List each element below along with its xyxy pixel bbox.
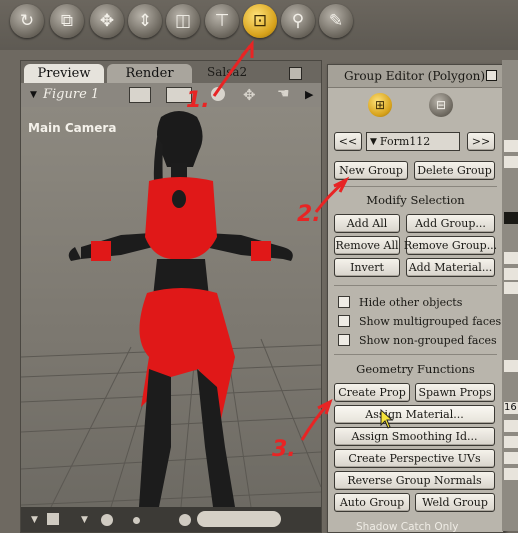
weld-group-button[interactable]: Weld Group <box>415 493 495 512</box>
shadow-catch-only-label[interactable]: Shadow Catch Only <box>356 521 458 533</box>
delete-group-button[interactable]: Delete Group <box>414 161 495 180</box>
rotate-icon[interactable]: ↻ <box>10 4 44 38</box>
expand-icon[interactable] <box>289 67 302 80</box>
figure-selector[interactable]: Figure 1 <box>43 87 99 102</box>
camera-view-icon[interactable] <box>129 87 151 103</box>
previous-group-button[interactable]: << <box>334 132 362 151</box>
hide-other-objects-label: Hide other objects <box>359 295 463 309</box>
divider <box>334 354 497 355</box>
spawn-props-button[interactable]: Spawn Props <box>415 383 495 402</box>
figure-bar: ▼ Figure 1 ✥ ☚ ▶ <box>21 83 321 107</box>
reverse-group-normals-button[interactable]: Reverse Group Normals <box>334 471 495 490</box>
figure-model[interactable] <box>68 111 293 507</box>
window-controls <box>289 65 317 99</box>
dots-icon[interactable] <box>133 517 140 524</box>
preview-panel: Preview Render Salsa2 ▼ Figure 1 ✥ ☚ ▶ M… <box>20 60 322 533</box>
triangle-down-icon[interactable]: ▼ <box>81 515 88 525</box>
remove-group-button[interactable]: Remove Group... <box>404 236 497 255</box>
param-field[interactable] <box>504 420 518 432</box>
camera-label: Main Camera <box>28 121 117 135</box>
next-group-button[interactable]: >> <box>467 132 495 151</box>
triangle-down-icon[interactable]: ▼ <box>31 515 38 525</box>
preview-tab-bar: Preview Render Salsa2 <box>21 61 321 99</box>
display-style-selector[interactable] <box>197 511 281 527</box>
sphere-icon[interactable] <box>179 514 191 526</box>
eyedropper-icon[interactable]: ✎ <box>319 4 353 38</box>
add-material-button[interactable]: Add Material... <box>406 258 495 277</box>
show-multigrouped-label: Show multigrouped faces <box>359 314 502 328</box>
close-icon[interactable] <box>486 70 497 81</box>
hide-other-objects-row[interactable]: Hide other objects <box>338 295 462 309</box>
assign-material-button[interactable]: Assign Material... <box>334 405 495 424</box>
square-icon[interactable] <box>47 513 59 525</box>
twist-icon[interactable]: ⧉ <box>50 4 84 38</box>
divider <box>334 186 497 187</box>
sphere-icon[interactable] <box>101 514 113 526</box>
new-group-button[interactable]: New Group <box>334 161 408 180</box>
param-field[interactable] <box>504 436 518 448</box>
triangle-right-icon[interactable]: ▶ <box>305 88 313 101</box>
auto-group-button[interactable]: Auto Group <box>334 493 410 512</box>
translate-icon[interactable]: ✥ <box>90 4 124 38</box>
tab-render[interactable]: Render <box>107 64 192 83</box>
group-editor-title: Group Editor (Polygon) <box>344 69 486 83</box>
geometry-functions-heading: Geometry Functions <box>356 362 475 376</box>
move-icon[interactable]: ✥ <box>243 86 256 104</box>
window-title: Salsa2 <box>207 65 248 79</box>
show-non-grouped-row[interactable]: Show non-grouped faces <box>338 333 497 347</box>
group-editor-window: Group Editor (Polygon) ⊞ ⊟ << ▼ Form112 … <box>327 64 504 533</box>
invert-button[interactable]: Invert <box>334 258 400 277</box>
hand-icon[interactable]: ☚ <box>277 86 290 102</box>
annotation-step-2: 2. <box>297 202 321 227</box>
scale-icon[interactable]: ◫ <box>166 4 200 38</box>
param-field[interactable] <box>504 156 518 168</box>
taper-icon[interactable]: ⊤ <box>205 4 239 38</box>
param-field[interactable] <box>504 360 518 372</box>
param-field[interactable] <box>504 268 518 280</box>
remove-all-button[interactable]: Remove All <box>334 236 400 255</box>
param-field[interactable] <box>504 452 518 464</box>
mouse-cursor-icon <box>380 409 394 429</box>
param-field[interactable] <box>504 282 518 294</box>
tab-preview[interactable]: Preview <box>24 64 104 83</box>
grouping-tool-icon[interactable]: ⊡ <box>243 4 277 38</box>
sphere-icon[interactable] <box>211 87 225 101</box>
add-all-button[interactable]: Add All <box>334 214 400 233</box>
create-prop-button[interactable]: Create Prop <box>334 383 410 402</box>
preview-bottom-bar: ▼ ▼ <box>21 507 321 532</box>
param-field[interactable] <box>504 468 518 480</box>
group-select-value: Form112 <box>379 135 431 148</box>
vertex-group-mode-icon[interactable]: ⊟ <box>429 93 453 117</box>
modify-selection-heading: Modify Selection <box>366 193 465 207</box>
show-non-grouped-checkbox[interactable] <box>338 334 350 346</box>
translate-in-out-icon[interactable]: ⇕ <box>128 4 162 38</box>
polygon-group-mode-icon[interactable]: ⊞ <box>368 93 392 117</box>
param-value-16[interactable]: 16 <box>504 402 518 414</box>
group-editor-titlebar: Group Editor (Polygon) <box>328 65 503 88</box>
add-group-button[interactable]: Add Group... <box>406 214 495 233</box>
view-magnifier-icon[interactable]: ⚲ <box>281 4 315 38</box>
hide-other-objects-checkbox[interactable] <box>338 296 350 308</box>
param-field[interactable] <box>504 140 518 152</box>
divider <box>334 285 497 286</box>
show-non-grouped-label: Show non-grouped faces <box>359 333 497 347</box>
annotation-step-3: 3. <box>272 437 296 462</box>
top-toolbar: ↻ ⧉ ✥ ⇕ ◫ ⊤ ⊡ ⚲ ✎ <box>0 0 518 50</box>
triangle-down-icon: ▼ <box>370 136 377 147</box>
param-swatch[interactable] <box>504 212 518 224</box>
create-perspective-uvs-button[interactable]: Create Perspective UVs <box>334 449 495 468</box>
show-multigrouped-checkbox[interactable] <box>338 315 350 327</box>
triangle-down-icon[interactable]: ▼ <box>30 90 37 100</box>
assign-smoothing-id-button[interactable]: Assign Smoothing Id... <box>334 427 495 446</box>
show-multigrouped-row[interactable]: Show multigrouped faces <box>338 314 501 328</box>
group-select[interactable]: ▼ Form112 <box>366 132 460 151</box>
param-field[interactable] <box>504 252 518 264</box>
annotation-step-1: 1. <box>186 88 210 113</box>
parameters-strip: 16 <box>502 60 518 531</box>
